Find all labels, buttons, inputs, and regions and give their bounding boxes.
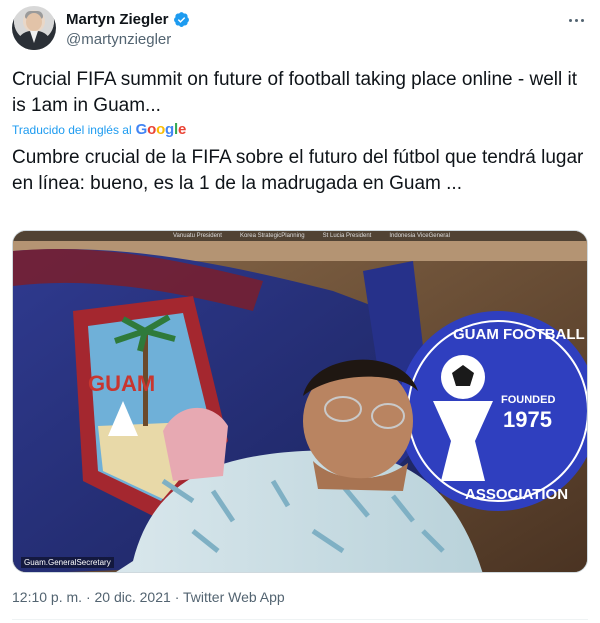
participant-label: Korea StrategicPlanning (239, 233, 305, 239)
google-logo: Google (135, 121, 187, 138)
participant-label: Indonesia ViceGeneral (389, 233, 450, 239)
video-call-participant-bar: Vanuatu President Korea StrategicPlannin… (13, 231, 587, 241)
tweet-timestamp: 12:10 p. m. · 20 dic. 2021 · Twitter Web… (12, 589, 285, 605)
tweet-text: Crucial FIFA summit on future of footbal… (12, 69, 577, 116)
badge-founded-label: FOUNDED (501, 394, 555, 406)
translation-label: Traducido del inglés al (12, 122, 132, 137)
author-display-name[interactable]: Martyn Ziegler (66, 11, 169, 28)
participant-label: St Lucia President (322, 233, 372, 239)
tweet-photo[interactable]: GUAM GUAM FOOTBALL ASSOCIATION FOUNDED 1… (12, 230, 588, 573)
tweet-time: 12:10 p. m. (12, 589, 83, 605)
tweet-time-link[interactable]: 12:10 p. m. · 20 dic. 2021 (12, 589, 171, 605)
tweet-date: 20 dic. 2021 (94, 589, 171, 605)
badge-top-text: GUAM FOOTBALL (453, 326, 585, 343)
author-avatar[interactable] (12, 6, 56, 50)
verified-badge-icon (173, 12, 189, 27)
more-options-icon[interactable] (564, 10, 588, 30)
translation-attribution[interactable]: Traducido del inglés al Google (12, 121, 186, 138)
divider (12, 619, 588, 620)
video-participant-caption: Guam.GeneralSecretary (21, 557, 114, 568)
badge-founded-year: 1975 (503, 407, 552, 432)
participant-label: Vanuatu President (173, 233, 222, 239)
author-name-row: Martyn Ziegler (66, 11, 190, 28)
author-handle[interactable]: @martynziegler (66, 31, 171, 48)
flag-text: GUAM (88, 371, 155, 396)
tweet-card: Martyn Ziegler @martynziegler Crucial FI… (0, 0, 600, 623)
tweet-source-link[interactable]: Twitter Web App (183, 589, 285, 605)
translated-tweet-text: Cumbre crucial de la FIFA sobre el futur… (12, 147, 584, 194)
badge-bottom-text: ASSOCIATION (465, 486, 568, 503)
zoom-call-image: GUAM GUAM FOOTBALL ASSOCIATION FOUNDED 1… (13, 231, 587, 572)
